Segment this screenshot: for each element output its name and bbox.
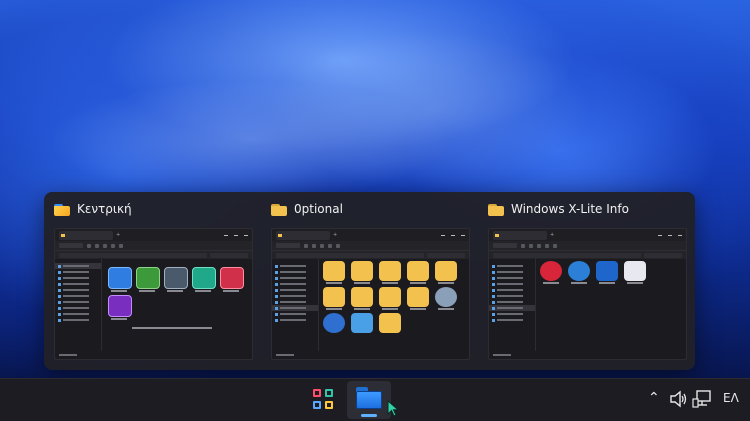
- file-explorer-taskbar-button[interactable]: [347, 381, 391, 419]
- file-explorer-icon: [356, 387, 382, 409]
- window-thumbnail[interactable]: +: [488, 228, 687, 360]
- window-switcher: Κεντρική + 0ptional + Windows X-Lite Inf…: [44, 192, 695, 370]
- window-card-xlite-info[interactable]: Windows X-Lite Info +: [478, 192, 695, 370]
- taskbar: ⌃ ΕΛ: [0, 378, 750, 421]
- window-card-optional[interactable]: 0ptional +: [261, 192, 478, 370]
- folder-icon: [488, 203, 504, 216]
- mouse-cursor-icon: [387, 400, 399, 417]
- language-indicator[interactable]: ΕΛ: [723, 391, 739, 405]
- start-button[interactable]: [303, 379, 343, 421]
- folder-icon: [271, 203, 287, 216]
- active-indicator: [361, 414, 377, 417]
- window-card-header: Windows X-Lite Info: [488, 200, 691, 218]
- start-icon: [313, 389, 335, 411]
- window-title: Κεντρική: [77, 202, 132, 216]
- chevron-up-icon[interactable]: ⌃: [648, 390, 660, 406]
- window-card-home[interactable]: Κεντρική +: [44, 192, 261, 370]
- window-card-header: Κεντρική: [54, 200, 257, 218]
- window-title: 0ptional: [294, 202, 343, 216]
- window-card-header: 0ptional: [271, 200, 474, 218]
- folder-home-icon: [54, 203, 70, 216]
- window-thumbnail[interactable]: +: [54, 228, 253, 360]
- volume-icon[interactable]: [668, 388, 688, 410]
- window-title: Windows X-Lite Info: [511, 202, 629, 216]
- window-thumbnail[interactable]: +: [271, 228, 470, 360]
- network-icon[interactable]: [692, 388, 712, 410]
